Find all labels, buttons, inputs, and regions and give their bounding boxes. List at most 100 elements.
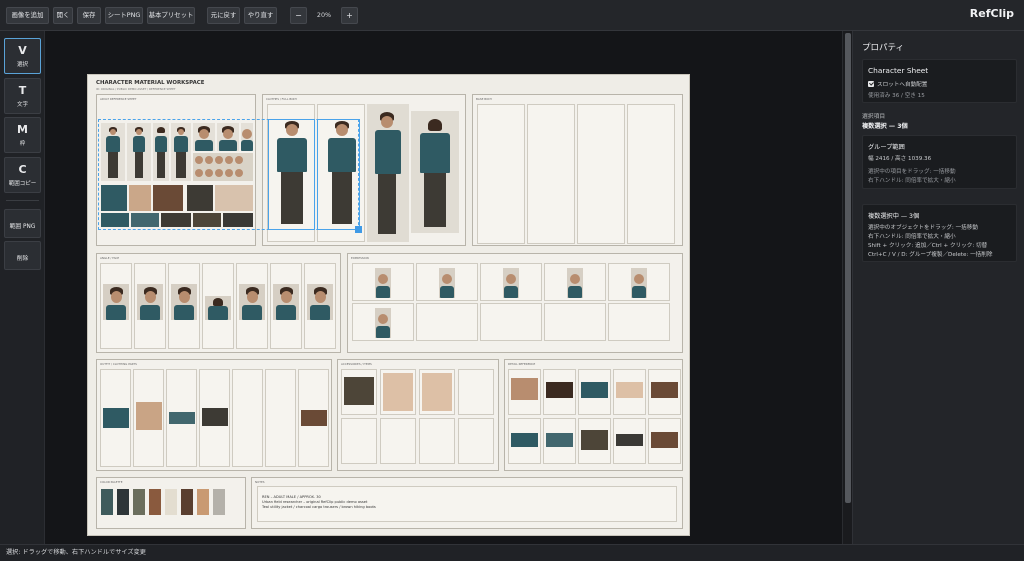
image-belt-closeup[interactable]: [187, 185, 213, 211]
image-expression-3[interactable]: [503, 268, 519, 298]
image-detail-hair[interactable]: [546, 382, 573, 398]
panel-contact-sheet[interactable]: ADULT REFERENCE SHEET: [96, 94, 256, 246]
image-face-angle-3[interactable]: [171, 284, 197, 320]
undo-button[interactable]: 元に戻す: [207, 7, 240, 24]
image-clothes-side[interactable]: [367, 104, 409, 242]
redo-button[interactable]: やり直す: [244, 7, 277, 24]
image-fabric-4[interactable]: [193, 213, 221, 227]
panel-outfit-parts[interactable]: OUTFIT / CLOTHING PARTS: [96, 359, 332, 471]
image-expression-grid[interactable]: [193, 153, 253, 181]
image-expression-6[interactable]: [375, 308, 391, 338]
slot-accessory-5[interactable]: [341, 418, 377, 464]
image-detail-back[interactable]: [581, 382, 608, 398]
panel-base-body[interactable]: BASE BODY: [472, 94, 683, 246]
image-detail-sole[interactable]: [651, 432, 678, 448]
image-full-body-back[interactable]: [153, 123, 169, 181]
slot-expression-9[interactable]: [544, 303, 606, 341]
image-full-body-side[interactable]: [127, 123, 151, 181]
slot-base-3[interactable]: [577, 104, 625, 244]
slot-outfit-5[interactable]: [232, 369, 263, 467]
slot-accessory-8[interactable]: [458, 418, 494, 464]
image-torso-closeup[interactable]: [129, 185, 151, 211]
image-expression-2[interactable]: [439, 268, 455, 298]
slot-base-4[interactable]: [627, 104, 675, 244]
image-portrait-3[interactable]: [241, 123, 253, 151]
image-portrait-1[interactable]: [193, 123, 215, 151]
image-face-angle-7[interactable]: [307, 284, 333, 320]
image-expression-5[interactable]: [631, 268, 647, 298]
image-outfit-jacket[interactable]: [103, 408, 129, 428]
text-tool-button[interactable]: T 文字: [4, 78, 41, 114]
image-detail-pouch[interactable]: [581, 430, 608, 450]
select-tool-button[interactable]: V 選択: [4, 38, 41, 74]
slot-outfit-6[interactable]: [265, 369, 296, 467]
character-sheet[interactable]: CHARACTER MATERIAL WORKSPACE ID: ORIGINA…: [87, 74, 690, 536]
image-detail-collar[interactable]: [511, 433, 538, 447]
image-outfit-shirt[interactable]: [136, 402, 162, 430]
range-png-button[interactable]: 範囲 PNG: [4, 209, 41, 238]
image-fabric-2[interactable]: [131, 213, 159, 227]
preset-button[interactable]: 基本プリセット: [147, 7, 195, 24]
slot-accessory-6[interactable]: [380, 418, 416, 464]
image-outfit-pants[interactable]: [202, 408, 228, 426]
checkbox-checked-icon[interactable]: [868, 81, 874, 87]
panel-detail-reference[interactable]: DETAIL REFERENCE: [504, 359, 683, 471]
slot-base-2[interactable]: [527, 104, 575, 244]
panel-accessories[interactable]: ACCESSORIES / ITEMS: [337, 359, 499, 471]
panel-expression[interactable]: EXPRESSION: [347, 253, 683, 353]
sheet-png-button[interactable]: シートPNG: [105, 7, 143, 24]
image-clothes-back[interactable]: [411, 111, 459, 233]
image-fabric-3[interactable]: [161, 213, 191, 227]
image-full-body-walk[interactable]: [171, 123, 191, 181]
image-detail-hands[interactable]: [616, 382, 643, 398]
image-accessory-hand-2[interactable]: [422, 373, 452, 411]
image-detail-sleeve[interactable]: [546, 433, 573, 447]
slot-base-1[interactable]: [477, 104, 525, 244]
image-hands-closeup[interactable]: [215, 185, 253, 211]
image-outfit-boots[interactable]: [301, 410, 327, 426]
scrollbar-thumb[interactable]: [845, 33, 851, 503]
image-face-angle-1[interactable]: [103, 284, 129, 320]
zoom-out-button[interactable]: −: [290, 7, 307, 24]
open-button[interactable]: 開く: [53, 7, 73, 24]
slot-accessory-7[interactable]: [419, 418, 455, 464]
slot-clothes-2[interactable]: [317, 104, 365, 242]
resize-handle[interactable]: [355, 226, 362, 233]
save-button[interactable]: 保存: [77, 7, 101, 24]
image-detail-boot[interactable]: [651, 382, 678, 398]
image-detail-face[interactable]: [511, 378, 538, 400]
panel-angle-face[interactable]: ANGLE / FACE: [96, 253, 341, 353]
image-accessory-belt[interactable]: [344, 377, 374, 405]
range-copy-tool-button[interactable]: C 範囲コピー: [4, 157, 41, 193]
image-portrait-2[interactable]: [217, 123, 239, 151]
image-jacket-closeup[interactable]: [101, 185, 127, 211]
slot-expression-10[interactable]: [608, 303, 670, 341]
zoom-in-button[interactable]: +: [341, 7, 358, 24]
image-full-body-front[interactable]: [101, 123, 125, 181]
slot-expression-8[interactable]: [480, 303, 542, 341]
frame-tool-button[interactable]: M 枠: [4, 117, 41, 153]
canvas-scrollbar[interactable]: [842, 31, 852, 544]
panel-color-palette[interactable]: COLOR PALETTE: [96, 477, 246, 529]
image-outfit-scarf[interactable]: [169, 412, 195, 424]
image-accessory-hand-1[interactable]: [383, 373, 413, 411]
delete-button[interactable]: 削除: [4, 241, 41, 270]
image-face-angle-5[interactable]: [239, 284, 265, 320]
add-image-button[interactable]: 画像を追加: [6, 7, 49, 24]
image-expression-4[interactable]: [567, 268, 583, 298]
image-fabric-5[interactable]: [223, 213, 253, 227]
slot-accessory-4[interactable]: [458, 369, 494, 415]
panel-clothes-full-body[interactable]: CLOTHES / FULL BODY: [262, 94, 466, 246]
panel-notes[interactable]: NOTES REN – ADULT MALE / APPROX. 30 Urba…: [251, 477, 683, 529]
slot-clothes-1[interactable]: [267, 104, 315, 242]
image-detail-strap[interactable]: [616, 434, 643, 446]
notes-box[interactable]: REN – ADULT MALE / APPROX. 30 Urban fiel…: [257, 486, 677, 522]
auto-layout-checkbox[interactable]: スロットへ自動配置: [868, 80, 927, 88]
image-fabric-1[interactable]: [101, 213, 129, 227]
slot-expression-7[interactable]: [416, 303, 478, 341]
image-face-angle-6[interactable]: [273, 284, 299, 320]
image-face-angle-4[interactable]: [205, 296, 231, 320]
image-face-angle-2[interactable]: [137, 284, 163, 320]
image-boots-closeup[interactable]: [153, 185, 183, 211]
image-expression-1[interactable]: [375, 268, 391, 298]
